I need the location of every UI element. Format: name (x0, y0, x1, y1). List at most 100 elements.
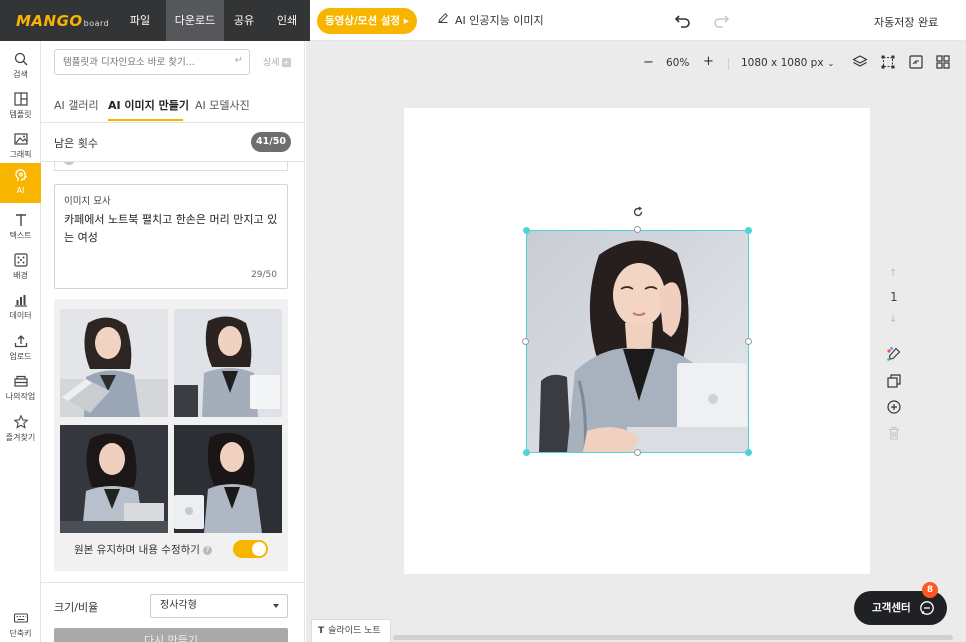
help-icon[interactable]: ? (202, 546, 212, 555)
left-icon-rail: 검색 템플릿 그래픽 AI 텍스트 배경 데이터 업로드 나의작업 즐겨찾기 단… (0, 41, 41, 642)
resize-handle[interactable] (634, 226, 641, 233)
rail-item-ai[interactable]: AI (0, 163, 41, 203)
generated-image-4[interactable] (174, 425, 282, 533)
chevron-down-icon (273, 604, 279, 608)
canvas-size-select[interactable]: 1080 x 1080 px ⌄ (741, 57, 834, 69)
rail-item-data[interactable]: 데이터 (0, 287, 41, 327)
rail-label: 텍스트 (9, 231, 32, 240)
zoom-level[interactable]: 60% (666, 57, 689, 69)
ai-image-label: AI 인공지능 이미지 (455, 14, 544, 27)
keep-original-text: 원본 유지하며 내용 수정하기 (74, 544, 200, 556)
keep-original-label: 원본 유지하며 내용 수정하기? (74, 542, 212, 557)
data-chart-icon (14, 295, 27, 307)
remaining-label: 남은 횟수 (54, 137, 98, 150)
toggle-knob (252, 542, 266, 556)
ai-icon (14, 169, 27, 181)
enter-icon[interactable]: ↵ (235, 55, 243, 66)
color-picker-icon[interactable] (886, 346, 902, 362)
description-text[interactable]: 카페에서 노트북 펼치고 한손은 머리 만지고 있는 여성 (64, 211, 278, 247)
logo-text: MANGO (16, 12, 83, 30)
rail-item-graphic[interactable]: 그래픽 (0, 126, 41, 166)
template-search-input[interactable] (55, 50, 225, 74)
rail-item-favorites[interactable]: 즐겨찾기 (0, 409, 41, 449)
zoom-out-button[interactable]: − (643, 55, 654, 70)
rail-label: 나의작업 (5, 392, 36, 401)
generated-image-2[interactable] (174, 309, 282, 417)
tab-ai-model-photo[interactable]: AI 모델사진 (195, 97, 250, 113)
search-icon (14, 52, 27, 66)
size-ratio-select[interactable]: 정사각형 (150, 594, 288, 618)
rail-label: 단축키 (9, 629, 32, 638)
upload-icon (14, 335, 27, 348)
slide-note-tab[interactable]: T 슬라이드 노트 (311, 619, 391, 642)
rotate-icon[interactable] (632, 206, 644, 218)
menu-share[interactable]: 공유 (229, 0, 259, 41)
autosave-status: 자동저장 완료 (874, 16, 939, 29)
image-selection-box[interactable] (526, 230, 749, 453)
video-motion-settings-button[interactable]: 동영상/모션 설정 ▸ (317, 8, 417, 34)
ai-side-panel: ↵ 상세+ AI 갤러리 AI 이미지 만들기 AI 모델사진 남은 횟수 41… (41, 41, 305, 642)
grid-view-icon[interactable] (935, 54, 951, 70)
rail-item-search[interactable]: 검색 (0, 46, 41, 86)
rail-item-template[interactable]: 템플릿 (0, 86, 41, 126)
undo-icon[interactable] (671, 10, 693, 32)
rail-item-text[interactable]: 텍스트 (0, 207, 41, 247)
tab-ai-gallery[interactable]: AI 갤러리 (54, 97, 99, 113)
resize-handle[interactable] (523, 449, 530, 456)
rail-label: 업로드 (9, 352, 32, 361)
generated-image-1[interactable] (60, 309, 168, 417)
resize-handle[interactable] (745, 449, 752, 456)
page-down-button[interactable]: ↓ (889, 314, 897, 325)
ai-image-button[interactable]: AI 인공지능 이미지 (437, 12, 544, 28)
crop-select-icon[interactable] (880, 54, 896, 70)
top-bar: MANGOboard 파일 다운로드 공유 인쇄 동영상/모션 설정 ▸ AI … (0, 0, 966, 41)
page-number: 1 (890, 290, 898, 304)
notification-badge: 8 (922, 582, 938, 598)
rail-label: AI (16, 186, 25, 195)
menu-print[interactable]: 인쇄 (272, 0, 302, 41)
regenerate-button[interactable]: 다시 만들기 (54, 628, 288, 642)
resize-handle[interactable] (634, 449, 641, 456)
resize-handle[interactable] (523, 227, 530, 234)
rail-item-shortcuts[interactable]: 단축키 (0, 605, 41, 642)
resize-handle[interactable] (522, 338, 529, 345)
chat-icon (920, 601, 934, 615)
redo-icon[interactable] (711, 10, 733, 32)
description-title: 이미지 묘사 (64, 196, 111, 207)
layers-icon[interactable] (852, 54, 868, 70)
add-page-icon[interactable] (886, 399, 902, 415)
horizontal-scrollbar[interactable] (393, 635, 953, 640)
canvas-toolbar: − 60% + 1080 x 1080 px ⌄ (306, 41, 966, 85)
rail-item-my-work[interactable]: 나의작업 (0, 368, 41, 408)
graphic-icon (13, 133, 28, 145)
duplicate-icon[interactable] (886, 373, 902, 389)
resize-handle[interactable] (745, 227, 752, 234)
rail-item-background[interactable]: 배경 (0, 247, 41, 287)
divider (728, 58, 729, 70)
rail-label: 템플릿 (9, 110, 32, 119)
active-tab-indicator (108, 119, 183, 121)
keyboard-icon (13, 613, 28, 623)
page-up-button[interactable]: ↑ (889, 268, 897, 279)
background-icon (13, 253, 28, 267)
menu-download[interactable]: 다운로드 (166, 0, 224, 41)
keep-original-toggle[interactable] (233, 540, 268, 558)
trash-icon[interactable] (886, 425, 902, 441)
slide-note-icon: T (318, 626, 325, 636)
pencil-icon (437, 12, 449, 27)
tab-ai-image-create[interactable]: AI 이미지 만들기 (108, 97, 189, 113)
rail-label: 즐겨찾기 (5, 433, 36, 442)
generated-image-3[interactable] (60, 425, 168, 533)
zoom-in-button[interactable]: + (703, 54, 714, 69)
page-size-icon[interactable] (908, 54, 924, 70)
rail-item-upload[interactable]: 업로드 (0, 328, 41, 368)
slide-note-label: 슬라이드 노트 (328, 626, 381, 636)
menu-file[interactable]: 파일 (126, 0, 154, 41)
resize-handle[interactable] (745, 338, 752, 345)
image-description-box[interactable]: 이미지 묘사 카페에서 노트북 펼치고 한손은 머리 만지고 있는 여성 29/… (54, 184, 288, 289)
rail-label: 검색 (13, 70, 28, 79)
size-ratio-value: 정사각형 (160, 600, 197, 611)
plus-icon: + (281, 58, 291, 67)
detail-search-button[interactable]: 상세 + (263, 55, 291, 68)
mango-logo[interactable]: MANGOboard (16, 12, 109, 30)
